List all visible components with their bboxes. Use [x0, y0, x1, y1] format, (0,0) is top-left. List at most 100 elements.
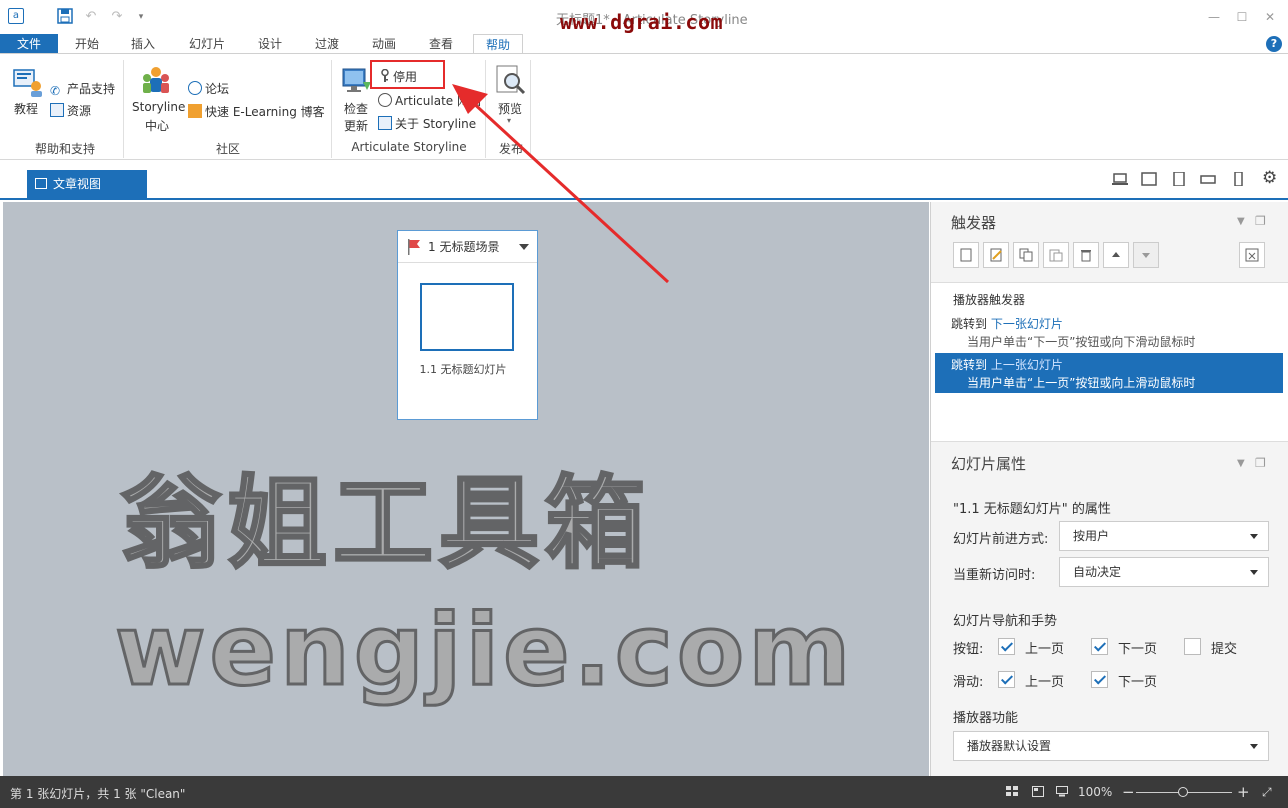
new-trigger-button[interactable] — [953, 242, 979, 268]
fit-window-icon[interactable] — [1056, 786, 1068, 797]
trigger-item-selected[interactable]: 跳转到 上一张幻灯片 当用户单击“上一页”按钮或向上滑动鼠标时 — [935, 353, 1283, 393]
close-icon[interactable]: ✕ — [1256, 8, 1284, 26]
arrow-up-icon — [1112, 252, 1120, 257]
arrow-down-icon — [1142, 253, 1150, 258]
story-view-grid-icon[interactable] — [1006, 786, 1018, 797]
product-support-button[interactable]: ✆ 产品支持 — [50, 80, 115, 98]
watermark-url: www.dgrai.com — [560, 10, 724, 34]
slide-label: 1.1 无标题幻灯片 — [419, 363, 507, 376]
prev-button-checkbox[interactable] — [998, 638, 1015, 655]
trigger-item[interactable]: 跳转到 下一张幻灯片 当用户单击“下一页”按钮或向下滑动鼠标时 — [935, 312, 1283, 352]
redo-icon[interactable]: ↷ — [108, 8, 126, 26]
title-bar: a ↶ ↷ ▾ 无标题1* - Articulate Storyline www… — [0, 0, 1288, 34]
slide-count-status: 第 1 张幻灯片，共 1 张 "Clean" — [10, 787, 186, 801]
paste-trigger-button[interactable] — [1043, 242, 1069, 268]
tab-insert[interactable]: 插入 — [118, 34, 168, 54]
next-button-checkbox[interactable] — [1091, 638, 1108, 655]
swipe-prev-checkbox[interactable] — [998, 671, 1015, 688]
trigger-target-link[interactable]: 下一张幻灯片 — [991, 317, 1063, 331]
story-canvas[interactable]: 1 无标题场景 1.1 无标题幻灯片 翁姐工具箱 wengjie.com — [3, 202, 929, 776]
delete-trigger-button[interactable] — [1073, 242, 1099, 268]
ribbon-tabs: 文件 开始 插入 幻灯片 设计 过渡 动画 查看 帮助 — [0, 34, 1288, 54]
check-updates-icon — [342, 68, 371, 92]
tab-help[interactable]: 帮助 — [473, 34, 523, 54]
scene-header[interactable]: 1 无标题场景 — [398, 231, 537, 263]
preview-dropdown-icon[interactable]: ▾ — [507, 116, 511, 125]
customize-toolbar-icon[interactable]: ▾ — [132, 8, 150, 26]
scene-card[interactable]: 1 无标题场景 1.1 无标题幻灯片 — [397, 230, 538, 420]
tab-slides[interactable]: 幻灯片 — [176, 34, 238, 54]
zoom-level: 100% — [1078, 785, 1113, 799]
tab-view[interactable]: 查看 — [416, 34, 466, 54]
submit-button-checkbox[interactable] — [1184, 638, 1201, 655]
group-label-help: 帮助和支持 — [34, 142, 95, 156]
story-view-label: 文章视图 — [53, 177, 102, 191]
forums-button[interactable]: 论坛 — [188, 80, 229, 97]
storyline-app-icon[interactable]: a — [8, 8, 24, 24]
zoom-slider-thumb[interactable] — [1178, 787, 1188, 797]
about-icon — [378, 116, 392, 130]
desktop-preview-icon[interactable] — [1112, 172, 1128, 186]
watermark-domain: wengjie.com — [113, 593, 855, 710]
copy-trigger-button[interactable] — [1013, 242, 1039, 268]
advance-dropdown[interactable]: 按用户 — [1059, 521, 1269, 551]
scene-menu-icon[interactable] — [519, 244, 529, 250]
settings-gear-icon[interactable]: ⚙ — [1262, 168, 1277, 188]
group-label-community: 社区 — [215, 142, 240, 156]
fit-to-window-icon[interactable]: ⤢ — [1262, 785, 1272, 800]
storyline-center-button[interactable]: Storyline — [132, 100, 185, 114]
slide-thumbnail[interactable] — [420, 283, 514, 351]
triggers-popout-icon[interactable]: ❐ — [1255, 214, 1266, 228]
player-section-label: 播放器功能 — [953, 711, 1019, 726]
trigger-action: 跳转到 — [951, 358, 988, 372]
properties-collapse-icon[interactable]: ▼ — [1237, 458, 1245, 469]
player-features-dropdown[interactable]: 播放器默认设置 — [953, 731, 1269, 761]
phone-portrait-icon[interactable] — [1230, 172, 1246, 186]
help-icon[interactable]: ? — [1266, 36, 1282, 52]
triggers-title: 触发器 — [951, 214, 997, 232]
tab-file[interactable]: 文件 — [0, 34, 58, 54]
triggers-collapse-icon[interactable]: ▼ — [1237, 216, 1245, 227]
check-updates-label-2: 更新 — [344, 119, 369, 133]
edit-trigger-button[interactable] — [983, 242, 1009, 268]
resources-button[interactable]: 资源 — [50, 102, 91, 119]
properties-popout-icon[interactable]: ❐ — [1255, 456, 1266, 470]
phone-landscape-icon[interactable] — [1200, 172, 1216, 186]
save-icon[interactable] — [56, 8, 74, 26]
blog-button[interactable]: 快速 E-Learning 博客 — [188, 103, 325, 120]
tablet-landscape-icon[interactable] — [1141, 172, 1157, 186]
tutorials-button[interactable]: 教程 — [14, 100, 38, 117]
slide-view-icon[interactable] — [1032, 786, 1044, 797]
check-updates-button[interactable]: 检查 — [344, 100, 368, 117]
revisit-dropdown[interactable]: 自动决定 — [1059, 557, 1269, 587]
zoom-in-icon[interactable]: + — [1237, 783, 1250, 801]
flag-icon — [408, 239, 420, 255]
move-up-button[interactable] — [1103, 242, 1129, 268]
tab-design[interactable]: 设计 — [245, 34, 295, 54]
website-button[interactable]: Articulate 网站 — [378, 92, 481, 109]
ribbon-separator — [530, 60, 531, 158]
trigger-target-link[interactable]: 上一张幻灯片 — [991, 358, 1063, 372]
tab-home[interactable]: 开始 — [62, 34, 112, 54]
move-down-button[interactable] — [1133, 242, 1159, 268]
undo-icon[interactable]: ↶ — [82, 8, 100, 26]
swipe-next-label: 下一页 — [1118, 675, 1158, 690]
zoom-out-icon[interactable]: − — [1122, 783, 1135, 801]
tab-animations[interactable]: 动画 — [359, 34, 409, 54]
tablet-portrait-icon[interactable] — [1171, 172, 1187, 186]
tab-transitions[interactable]: 过渡 — [302, 34, 352, 54]
submit-button-label: 提交 — [1211, 642, 1238, 657]
minimize-icon[interactable]: — — [1200, 8, 1228, 26]
preview-button[interactable]: 预览 — [498, 100, 522, 117]
trigger-action: 跳转到 — [951, 317, 988, 331]
advance-label: 幻灯片前进方式: — [953, 532, 1049, 547]
swipe-next-checkbox[interactable] — [1091, 671, 1108, 688]
swipe-label: 滑动: — [953, 675, 984, 690]
trigger-options-button[interactable] — [1239, 242, 1265, 268]
story-view-tab[interactable]: 文章视图 — [27, 170, 147, 198]
nav-section-label: 幻灯片导航和手势 — [953, 614, 1058, 629]
chevron-down-icon — [1250, 570, 1258, 575]
preview-icon — [496, 65, 526, 95]
maximize-icon[interactable]: ☐ — [1228, 8, 1256, 26]
about-button[interactable]: 关于 Storyline — [378, 115, 476, 132]
